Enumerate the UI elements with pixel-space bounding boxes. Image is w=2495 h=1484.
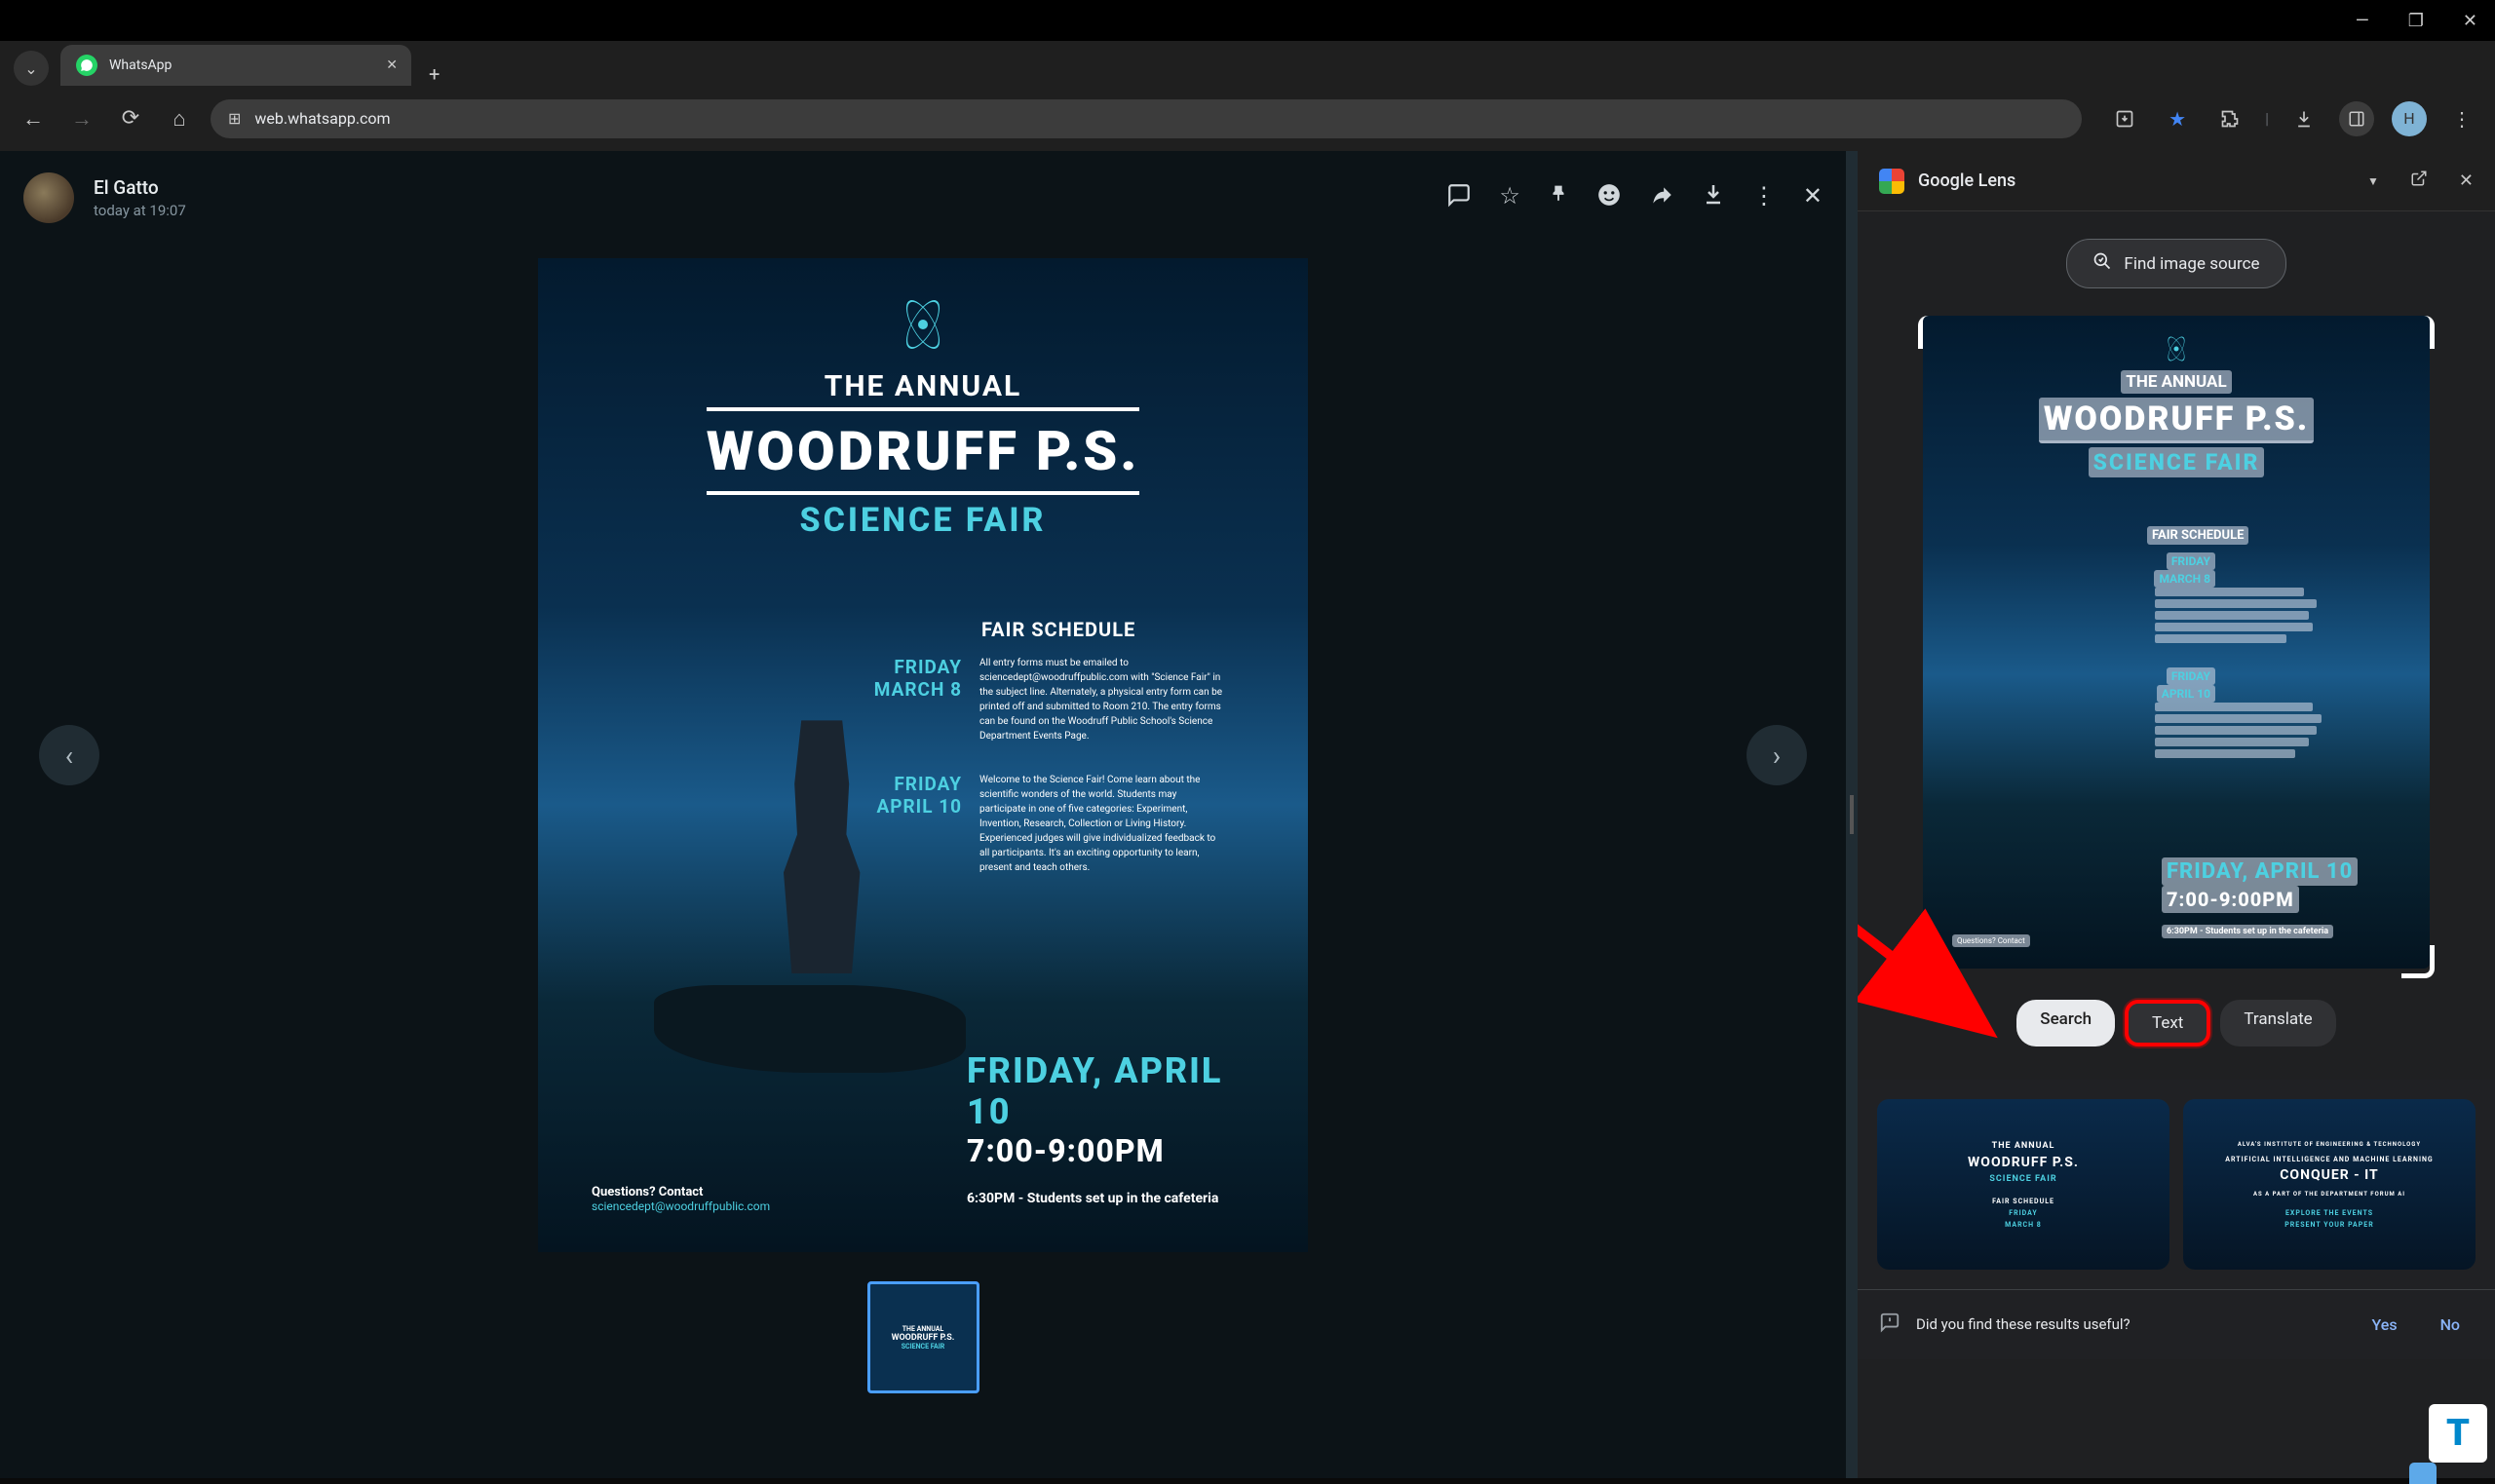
feedback-bar: Did you find these results useful? Yes N… xyxy=(1858,1289,2495,1359)
url-text: web.whatsapp.com xyxy=(254,109,390,128)
tab-search[interactable]: Search xyxy=(2016,1000,2115,1046)
address-bar: ← → ⟳ ⌂ ⊞ web.whatsapp.com ★ | H ⋮ xyxy=(0,86,2495,151)
content-area: El Gatto today at 19:07 ☆ ⋮ ✕ ‹ › THE AN… xyxy=(0,151,2495,1478)
sched-day-1: FRIDAY xyxy=(845,656,962,678)
install-app-icon[interactable] xyxy=(2107,101,2142,136)
bookmark-star-icon[interactable]: ★ xyxy=(2160,101,2195,136)
site-settings-icon[interactable]: ⊞ xyxy=(228,109,241,128)
whatsapp-media-viewer: El Gatto today at 19:07 ☆ ⋮ ✕ ‹ › THE AN… xyxy=(0,151,1846,1478)
google-lens-panel: Google Lens ▼ ✕ Find image source xyxy=(1858,151,2495,1478)
feedback-no-button[interactable]: No xyxy=(2427,1310,2474,1340)
media-header: El Gatto today at 19:07 ☆ ⋮ ✕ xyxy=(0,151,1846,244)
close-icon[interactable]: ✕ xyxy=(1803,182,1823,213)
download-icon[interactable] xyxy=(1702,182,1725,213)
avatar[interactable] xyxy=(23,172,74,223)
prev-image-button[interactable]: ‹ xyxy=(39,725,99,785)
downloads-icon[interactable] xyxy=(2286,101,2322,136)
browser-chrome: ⌄ WhatsApp ✕ + ← → ⟳ ⌂ ⊞ web.whatsapp.co… xyxy=(0,41,2495,151)
tab-text[interactable]: Text xyxy=(2125,1000,2210,1046)
find-source-label: Find image source xyxy=(2124,254,2259,274)
lens-body: Find image source THE ANNUAL WOODRUFF P.… xyxy=(1858,211,2495,1478)
feedback-text: Did you find these results useful? xyxy=(1916,1315,2342,1335)
schedule-title: FAIR SCHEDULE xyxy=(981,618,1254,641)
poster-email: sciencedept@woodruffpublic.com xyxy=(592,1199,770,1213)
result-card-1[interactable]: THE ANNUAL WOODRUFF P.S. SCIENCE FAIR FA… xyxy=(1877,1099,2169,1270)
lens-mode-tabs: Search Text Translate xyxy=(1889,978,2464,1068)
feedback-icon xyxy=(1879,1312,1900,1338)
sched-date-2: APRIL 10 xyxy=(845,795,962,818)
window-close-button[interactable]: ✕ xyxy=(2463,11,2477,31)
sched-text-1: All entry forms must be emailed to scien… xyxy=(979,656,1223,743)
forward-icon[interactable] xyxy=(1649,182,1674,213)
panel-resize-handle[interactable] xyxy=(1846,151,1858,1478)
open-external-icon[interactable] xyxy=(2410,170,2428,192)
username: El Gatto xyxy=(94,176,1427,199)
sched-date-1: MARCH 8 xyxy=(845,678,962,701)
bottom-indicator xyxy=(2409,1463,2437,1484)
window-minimize-button[interactable]: — xyxy=(2356,11,2369,31)
atom-icon xyxy=(896,297,950,352)
reload-button[interactable]: ⟳ xyxy=(113,106,148,131)
profile-avatar[interactable]: H xyxy=(2392,101,2427,136)
google-lens-logo-icon xyxy=(1879,169,1904,194)
emoji-icon[interactable] xyxy=(1596,182,1622,213)
lens-results: THE ANNUAL WOODRUFF P.S. SCIENCE FAIR FA… xyxy=(1858,1080,2495,1289)
browser-tab[interactable]: WhatsApp ✕ xyxy=(60,45,411,86)
whatsapp-favicon xyxy=(76,55,97,76)
user-info: El Gatto today at 19:07 xyxy=(94,176,1427,219)
poster-school-text: WOODRUFF P.S. xyxy=(707,407,1140,495)
forward-button[interactable]: → xyxy=(64,106,99,132)
new-tab-button[interactable]: + xyxy=(429,62,440,86)
poster-annual-text: THE ANNUAL xyxy=(592,369,1254,403)
tab-translate[interactable]: Translate xyxy=(2220,1000,2335,1046)
poster-event-time: 7:00-9:00PM xyxy=(592,1132,1254,1169)
poster-footer: Questions? Contact sciencedept@woodruffp… xyxy=(592,1185,770,1213)
window-maximize-button[interactable]: ❐ xyxy=(2408,11,2424,31)
image-stage: ‹ › THE ANNUAL WOODRUFF P.S. SCIENCE FAI… xyxy=(0,244,1846,1267)
back-button[interactable]: ← xyxy=(16,106,51,132)
thumbnail-strip: THE ANNUAL WOODRUFF P.S. SCIENCE FAIR xyxy=(0,1267,1846,1408)
poster-questions: Questions? Contact xyxy=(592,1185,770,1199)
tab-strip: ⌄ WhatsApp ✕ + xyxy=(0,41,2495,86)
watermark: T xyxy=(2429,1404,2487,1463)
timestamp: today at 19:07 xyxy=(94,202,1427,219)
tab-title: WhatsApp xyxy=(109,57,172,73)
find-image-source-button[interactable]: Find image source xyxy=(2066,239,2285,288)
lens-top-section: Find image source THE ANNUAL WOODRUFF P.… xyxy=(1858,211,2495,1080)
poster-fair-text: SCIENCE FAIR xyxy=(592,501,1254,540)
lens-header: Google Lens ▼ ✕ xyxy=(1858,151,2495,211)
poster-event-date: FRIDAY, APRIL 10 xyxy=(592,1050,1254,1132)
thumbnail[interactable]: THE ANNUAL WOODRUFF P.S. SCIENCE FAIR xyxy=(867,1281,979,1393)
tab-close-button[interactable]: ✕ xyxy=(386,57,398,73)
star-icon[interactable]: ☆ xyxy=(1499,182,1520,213)
lens-image-preview[interactable]: THE ANNUAL WOODRUFF P.S. SCIENCE FAIR FA… xyxy=(1918,316,2435,978)
next-image-button[interactable]: › xyxy=(1746,725,1807,785)
toolbar-icons: ★ | H ⋮ xyxy=(2107,101,2479,136)
sched-day-2: FRIDAY xyxy=(845,773,962,795)
home-button[interactable]: ⌂ xyxy=(162,106,197,132)
menu-icon[interactable]: ⋮ xyxy=(1752,182,1776,213)
extensions-icon[interactable] xyxy=(2212,101,2247,136)
sidepanel-icon[interactable] xyxy=(2339,101,2374,136)
url-input[interactable]: ⊞ web.whatsapp.com xyxy=(211,99,2082,138)
pin-icon[interactable] xyxy=(1548,182,1569,213)
tab-search-button[interactable]: ⌄ xyxy=(14,51,49,86)
lens-close-icon[interactable]: ✕ xyxy=(2459,171,2474,191)
chevron-down-icon[interactable]: ▼ xyxy=(2367,174,2379,188)
result-card-2[interactable]: ALVA'S INSTITUTE OF ENGINEERING & TECHNO… xyxy=(2183,1099,2476,1270)
media-actions: ☆ ⋮ ✕ xyxy=(1446,182,1823,213)
browser-menu-icon[interactable]: ⋮ xyxy=(2444,101,2479,136)
lens-preview-image: THE ANNUAL WOODRUFF P.S. SCIENCE FAIR FA… xyxy=(1923,316,2430,969)
window-titlebar: — ❐ ✕ xyxy=(0,0,2495,41)
magnify-image-icon xyxy=(2092,251,2112,276)
lens-title: Google Lens xyxy=(1918,171,2361,191)
feedback-yes-button[interactable]: Yes xyxy=(2358,1310,2410,1340)
poster-image[interactable]: THE ANNUAL WOODRUFF P.S. SCIENCE FAIR FA… xyxy=(538,258,1308,1252)
sched-text-2: Welcome to the Science Fair! Come learn … xyxy=(979,773,1223,875)
chat-icon[interactable] xyxy=(1446,182,1472,213)
schedule-section: FAIR SCHEDULE FRIDAY MARCH 8 All entry f… xyxy=(592,618,1254,904)
